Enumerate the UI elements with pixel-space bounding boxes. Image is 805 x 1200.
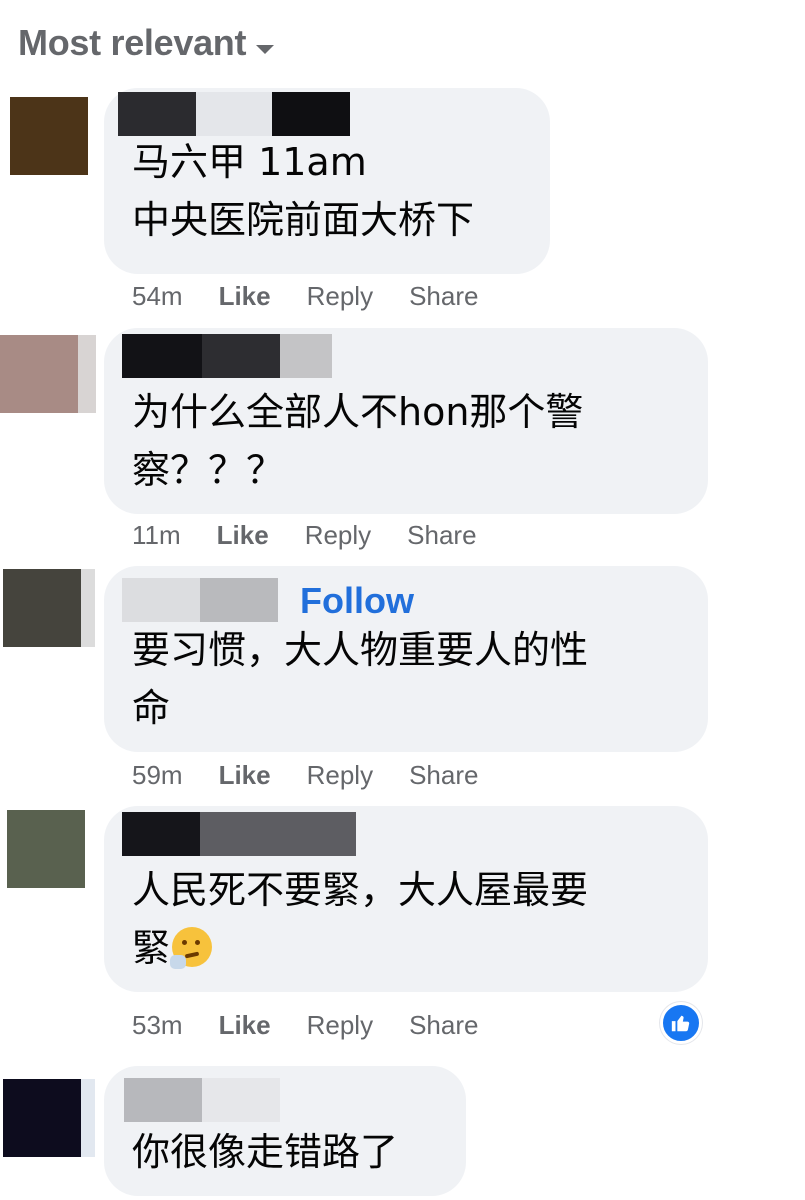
redacted-author-name	[202, 334, 280, 378]
share-button[interactable]: Share	[407, 520, 476, 551]
share-button[interactable]: Share	[409, 1010, 478, 1041]
comment-actions: 54m Like Reply Share	[132, 281, 478, 312]
comment-actions: 53m Like Reply Share	[132, 1010, 478, 1041]
redacted-author-name[interactable]	[122, 578, 200, 622]
reply-button[interactable]: Reply	[307, 760, 373, 791]
avatar[interactable]	[3, 1079, 81, 1157]
drooling-face-emoji	[170, 927, 213, 969]
share-button[interactable]: Share	[409, 760, 478, 791]
avatar[interactable]	[0, 335, 78, 413]
caret-down-icon	[256, 44, 275, 54]
comment-text: 察？？？	[132, 448, 285, 492]
avatar[interactable]	[7, 810, 85, 888]
comment-text: 中央医院前面大桥下	[132, 198, 475, 242]
redacted-author-name[interactable]	[122, 334, 202, 378]
comment-timestamp[interactable]: 54m	[132, 281, 183, 312]
reply-button[interactable]: Reply	[307, 1010, 373, 1041]
follow-button[interactable]: Follow	[300, 580, 414, 622]
comment-text: 你很像走错路了	[132, 1130, 399, 1174]
comment-bubble: 为什么全部人不hon那个警 察？？？	[104, 328, 708, 514]
avatar-edge	[78, 335, 96, 413]
avatar[interactable]	[10, 97, 88, 175]
redacted-author-name	[196, 92, 272, 136]
redacted-author-name[interactable]	[118, 92, 196, 136]
like-button[interactable]: Like	[217, 520, 269, 551]
comment-text-segment: 緊	[132, 926, 171, 970]
avatar[interactable]	[3, 569, 81, 647]
comment-text: 命	[132, 686, 171, 730]
comment-text: 马六甲 11am	[132, 140, 367, 184]
redacted-author-name[interactable]	[122, 812, 200, 856]
comment-timestamp[interactable]: 53m	[132, 1010, 183, 1041]
comment-text: 人民死不要緊，大人屋最要	[132, 868, 589, 912]
comment-bubble: 你很像走错路了	[104, 1066, 466, 1196]
thumbs-up-icon	[671, 1015, 690, 1032]
redacted-author-name[interactable]	[124, 1078, 202, 1122]
comment-actions: 11m Like Reply Share	[132, 520, 477, 551]
redacted-author-name	[272, 92, 350, 136]
redacted-author-name	[200, 578, 278, 622]
like-button[interactable]: Like	[219, 760, 271, 791]
reply-button[interactable]: Reply	[307, 281, 373, 312]
like-button[interactable]: Like	[219, 1010, 271, 1041]
comment-bubble: 人民死不要緊，大人屋最要 緊	[104, 806, 708, 992]
comment-actions: 59m Like Reply Share	[132, 760, 478, 791]
comment-text: 为什么全部人不hon那个警	[132, 390, 584, 434]
like-reaction-icon[interactable]	[660, 1002, 702, 1044]
reply-button[interactable]: Reply	[305, 520, 371, 551]
redacted-author-name	[200, 812, 356, 856]
redacted-author-name	[202, 1078, 280, 1122]
like-button[interactable]: Like	[219, 281, 271, 312]
avatar-edge	[81, 569, 95, 647]
sort-label: Most relevant	[18, 22, 247, 63]
comment-bubble: 马六甲 11am 中央医院前面大桥下	[104, 88, 550, 274]
comment-timestamp[interactable]: 11m	[132, 520, 181, 551]
comment-bubble: Follow 要习惯，大人物重要人的性 命	[104, 566, 708, 752]
comment-text: 要习惯，大人物重要人的性	[132, 628, 589, 672]
comment-text: 緊	[132, 920, 213, 976]
comment-timestamp[interactable]: 59m	[132, 760, 183, 791]
avatar-edge	[81, 1079, 95, 1157]
share-button[interactable]: Share	[409, 281, 478, 312]
redacted-author-name	[280, 334, 332, 378]
sort-comments-dropdown[interactable]: Most relevant	[18, 22, 275, 64]
